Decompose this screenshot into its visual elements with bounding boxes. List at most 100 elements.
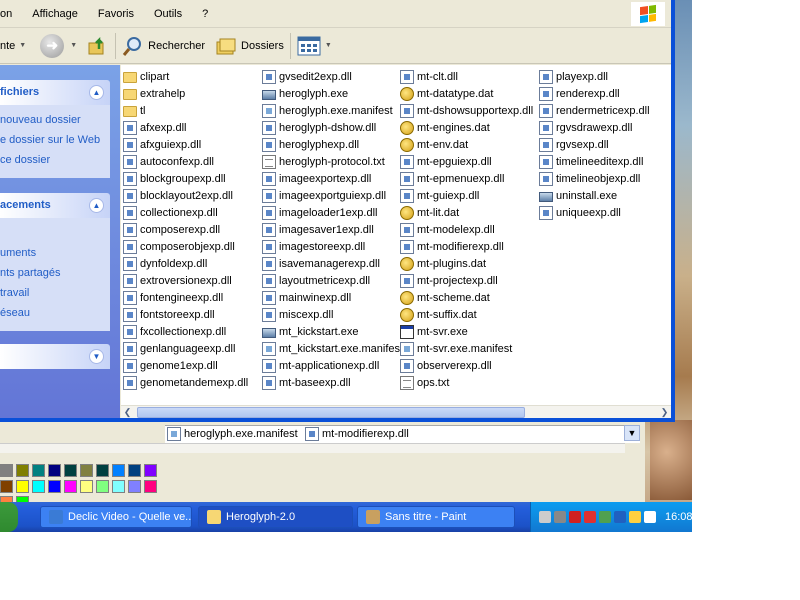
tray-icon[interactable] — [614, 511, 626, 523]
color-swatch[interactable] — [112, 480, 125, 493]
file-item[interactable]: mt-dshowsupportexp.dll — [400, 102, 533, 119]
file-item[interactable]: heroglyph.exe.manifest — [262, 102, 403, 119]
file-item[interactable]: uniqueexp.dll — [539, 204, 650, 221]
file-item[interactable]: mt-suffix.dat — [400, 306, 533, 323]
file-item[interactable]: mt-guiexp.dll — [400, 187, 533, 204]
paint-horizontal-scrollbar[interactable] — [0, 443, 625, 453]
file-item[interactable]: rgvsexp.dll — [539, 136, 650, 153]
file-item[interactable]: mt-modifierexp.dll — [400, 238, 533, 255]
color-swatch[interactable] — [0, 464, 13, 477]
folders-button[interactable]: Dossiers — [215, 35, 284, 57]
file-item[interactable]: imageexportguiexp.dll — [262, 187, 403, 204]
file-item[interactable]: composerobjexp.dll — [123, 238, 248, 255]
network-link[interactable]: éseau — [0, 303, 110, 323]
file-item[interactable]: heroglyph-protocol.txt — [262, 153, 403, 170]
color-swatch[interactable] — [48, 480, 61, 493]
chevron-down-icon[interactable]: ▼ — [624, 425, 640, 441]
file-item[interactable]: uninstall.exe — [539, 187, 650, 204]
color-swatch[interactable] — [0, 480, 13, 493]
file-item[interactable]: mt_kickstart.exe — [262, 323, 403, 340]
file-tasks-header[interactable]: fichiers ▲ — [0, 80, 110, 105]
color-swatch[interactable] — [80, 480, 93, 493]
tray-icon[interactable] — [584, 511, 596, 523]
workstation-link[interactable]: travail — [0, 283, 110, 303]
taskbar-button[interactable]: Heroglyph-2.0 — [198, 506, 353, 528]
up-folder-button[interactable] — [87, 35, 109, 57]
shared-documents-link[interactable]: nts partagés — [0, 263, 110, 283]
file-item[interactable]: afxexp.dll — [123, 119, 248, 136]
file-item[interactable]: genometandemexp.dll — [123, 374, 248, 391]
color-swatch[interactable] — [64, 464, 77, 477]
scroll-thumb[interactable] — [137, 407, 525, 418]
documents-link[interactable]: uments — [0, 243, 110, 263]
scroll-left-icon[interactable]: ❮ — [121, 406, 134, 419]
file-item[interactable]: blockgroupexp.dll — [123, 170, 248, 187]
file-item[interactable]: fontstoreexp.dll — [123, 306, 248, 323]
file-item[interactable]: mt-engines.dat — [400, 119, 533, 136]
file-item[interactable]: blocklayout2exp.dll — [123, 187, 248, 204]
tray-icon[interactable] — [569, 511, 581, 523]
file-item[interactable]: genlanguageexp.dll — [123, 340, 248, 357]
taskbar-button[interactable]: Declic Video - Quelle ve... — [40, 506, 192, 528]
tray-icon[interactable] — [554, 511, 566, 523]
forward-icon[interactable]: ➜ — [40, 33, 65, 58]
file-item[interactable]: clipart — [123, 68, 248, 85]
file-item[interactable]: imagesaver1exp.dll — [262, 221, 403, 238]
expand-icon[interactable]: ▼ — [89, 349, 104, 364]
taskbar-button[interactable]: Sans titre - Paint — [357, 506, 515, 528]
file-item[interactable]: imageexportexp.dll — [262, 170, 403, 187]
file-item[interactable]: mt-datatype.dat — [400, 85, 533, 102]
color-swatch[interactable] — [128, 480, 141, 493]
file-item[interactable]: mt-env.dat — [400, 136, 533, 153]
color-swatch[interactable] — [144, 464, 157, 477]
tray-icon[interactable] — [539, 511, 551, 523]
places-header[interactable]: acements ▲ — [0, 193, 110, 218]
file-item[interactable]: mt-epmenuexp.dll — [400, 170, 533, 187]
file-item[interactable]: mt-clt.dll — [400, 68, 533, 85]
share-folder-link[interactable]: ce dossier — [0, 150, 110, 170]
file-item[interactable]: composerexp.dll — [123, 221, 248, 238]
color-swatch[interactable] — [64, 480, 77, 493]
menu-help[interactable]: ? — [192, 8, 218, 20]
file-item[interactable]: gvsedit2exp.dll — [262, 68, 403, 85]
color-swatch[interactable] — [144, 480, 157, 493]
menu-affichage[interactable]: Affichage — [22, 8, 88, 20]
file-item[interactable]: ops.txt — [400, 374, 533, 391]
back-button-partial[interactable]: nte ▼ — [0, 40, 26, 52]
file-item[interactable]: genome1exp.dll — [123, 357, 248, 374]
color-swatch[interactable] — [16, 464, 29, 477]
collapse-icon[interactable]: ▲ — [89, 198, 104, 213]
file-item[interactable]: mainwinexp.dll — [262, 289, 403, 306]
color-swatch[interactable] — [48, 464, 61, 477]
file-item[interactable]: playexp.dll — [539, 68, 650, 85]
color-swatch[interactable] — [80, 464, 93, 477]
file-item[interactable]: rgvsdrawexp.dll — [539, 119, 650, 136]
start-button[interactable] — [0, 502, 18, 532]
tray-icon[interactable] — [599, 511, 611, 523]
file-item[interactable]: mt-svr.exe — [400, 323, 533, 340]
file-list[interactable]: clipart extrahelp tl afxexp.dll afxguiexp.dl… — [121, 65, 671, 405]
file-item[interactable]: mt-plugins.dat — [400, 255, 533, 272]
file-item[interactable]: renderexp.dll — [539, 85, 650, 102]
file-item[interactable]: fxcollectionexp.dll — [123, 323, 248, 340]
color-swatch[interactable] — [32, 464, 45, 477]
file-item[interactable]: rendermetricexp.dll — [539, 102, 650, 119]
file-item[interactable]: mt-lit.dat — [400, 204, 533, 221]
file-item[interactable]: mt-baseexp.dll — [262, 374, 403, 391]
color-swatch[interactable] — [96, 464, 109, 477]
search-button[interactable]: Rechercher — [122, 35, 205, 57]
file-item[interactable]: mt-applicationexp.dll — [262, 357, 403, 374]
file-item[interactable]: mt-epguiexp.dll — [400, 153, 533, 170]
file-item[interactable]: layoutmetricexp.dll — [262, 272, 403, 289]
menu-outils[interactable]: Outils — [144, 8, 192, 20]
color-swatch[interactable] — [16, 480, 29, 493]
file-item[interactable]: mt-projectexp.dll — [400, 272, 533, 289]
horizontal-scrollbar[interactable]: ❮ ❯ — [121, 405, 671, 418]
file-item[interactable]: miscexp.dll — [262, 306, 403, 323]
file-item[interactable]: mt-modelexp.dll — [400, 221, 533, 238]
file-item[interactable]: tl — [123, 102, 248, 119]
file-item[interactable]: extrahelp — [123, 85, 248, 102]
color-swatch[interactable] — [128, 464, 141, 477]
file-item[interactable]: heroglyph.exe — [262, 85, 403, 102]
tray-icon[interactable] — [629, 511, 641, 523]
